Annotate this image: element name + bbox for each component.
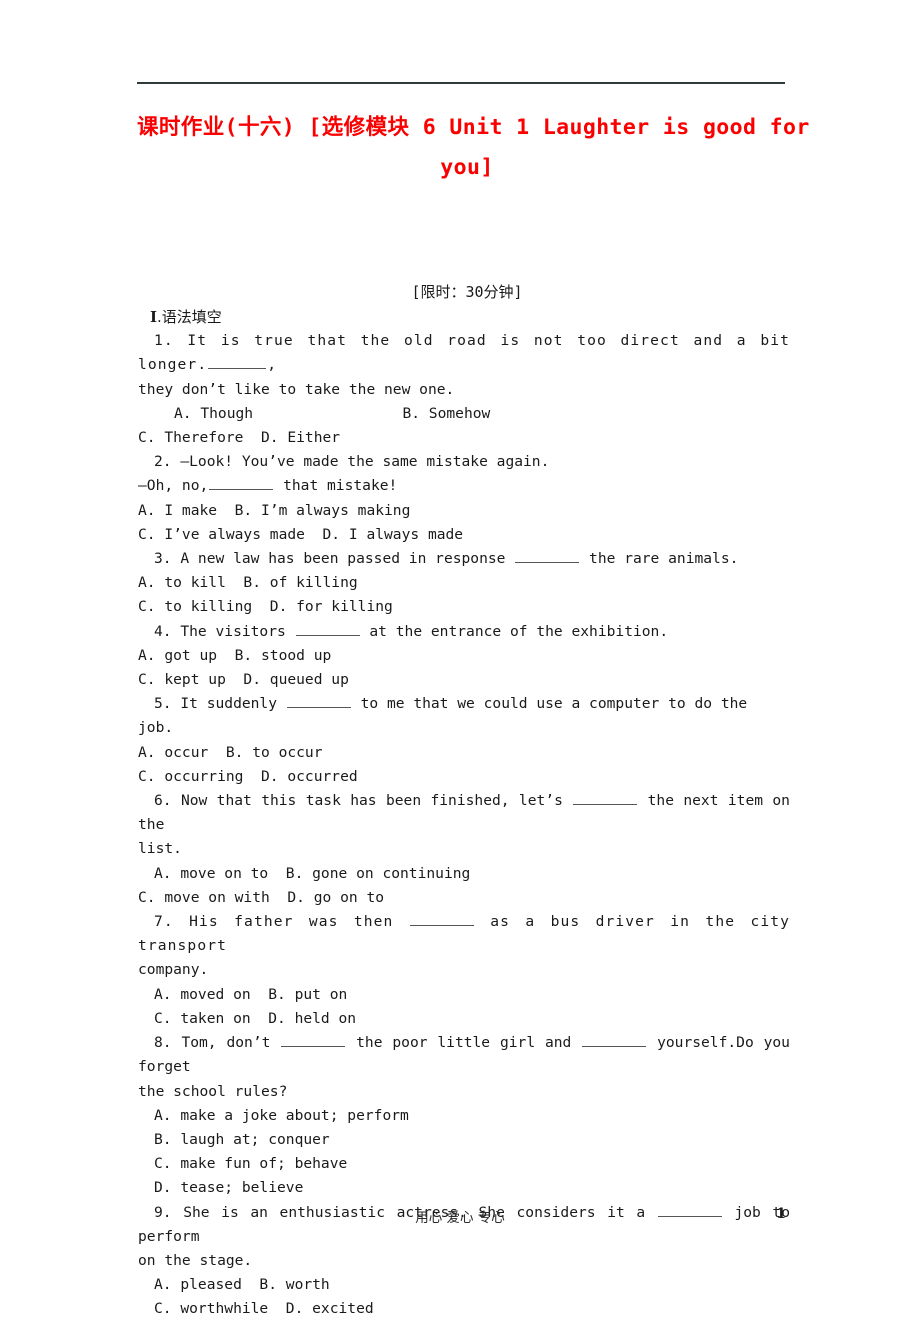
question-2-stem-pre: —Oh, no, <box>138 477 209 495</box>
question-7-stem-pre: 7. His father was then <box>154 913 394 931</box>
question-6-option-row-2[interactable]: C. move on with D. go on to <box>138 886 790 910</box>
section-roman-numeral: Ⅰ <box>150 308 158 326</box>
answer-blank[interactable] <box>281 1033 346 1048</box>
question-8-stem-pre: 8. Tom, don’t <box>154 1034 271 1052</box>
question-4-stem-post: at the entrance of the exhibition. <box>369 622 669 640</box>
question-6-stem-cont: list. <box>138 840 182 858</box>
exercise-body: Ⅰ.语法填空 1. It is true that the old road i… <box>138 305 790 1322</box>
answer-blank[interactable] <box>295 621 360 636</box>
question-stem: 1. It is true that the old road is not t… <box>138 329 790 377</box>
answer-blank[interactable] <box>515 549 580 564</box>
question-5-option-row-1[interactable]: A. occur B. to occur <box>138 741 790 765</box>
answer-blank[interactable] <box>409 912 474 927</box>
question-8-option-row-3[interactable]: C. make fun of; behave <box>138 1152 790 1176</box>
answer-blank[interactable] <box>208 355 267 370</box>
question-8-option-row-2[interactable]: B. laugh at; conquer <box>138 1128 790 1152</box>
question-3-stem-post: the rare animals. <box>589 550 739 568</box>
question-5-stem-pre: 5. It suddenly <box>154 695 278 713</box>
question-9-stem-cont: on the stage. <box>138 1251 253 1269</box>
question-4-stem-pre: 4. The visitors <box>154 622 286 640</box>
question-8-stem-cont: the school rules? <box>138 1082 288 1100</box>
question-3-stem-pre: 3. A new law has been passed in response <box>154 550 506 568</box>
section-heading: Ⅰ.语法填空 <box>150 305 790 329</box>
question-3-option-row-2[interactable]: C. to killing D. for killing <box>138 595 790 619</box>
question-5-stem: 5. It suddenly to me that we could use a… <box>138 692 790 740</box>
question-6-option-row-1[interactable]: A. move on to B. gone on continuing <box>138 862 790 886</box>
header-rule <box>137 82 785 84</box>
question-3-stem: 3. A new law has been passed in response… <box>138 547 790 571</box>
question-7-stem: 7. His father was then as a bus driver i… <box>138 910 790 958</box>
question-2-stem: 2. —Look! You’ve made the same mistake a… <box>154 453 550 471</box>
answer-blank[interactable] <box>286 694 351 709</box>
question-6-stem: 6. Now that this task has been finished,… <box>138 789 790 837</box>
question-9-option-row-1[interactable]: A. pleased B. worth <box>138 1273 790 1297</box>
question-9-option-row-2[interactable]: C. worthwhile D. excited <box>138 1297 790 1321</box>
question-8-stem-mid: the poor little girl and <box>356 1034 572 1052</box>
answer-blank[interactable] <box>209 476 274 491</box>
footer-page-number: 1 <box>776 1206 786 1222</box>
question-stem-cont: they don’t like to take the new one. <box>138 380 455 398</box>
question-1-stem-tail: , <box>267 356 278 374</box>
question-4-stem: 4. The visitors at the entrance of the e… <box>138 620 790 644</box>
question-2-option-row-1[interactable]: A. I make B. I’m always making <box>138 499 790 523</box>
question-6-stem-pre: 6. Now that this task has been finished,… <box>154 792 563 810</box>
question-2-stem-post: that mistake! <box>283 477 398 495</box>
page-title-line-1: 课时作业(十六) [选修模块 6 Unit 1 Laughter is good… <box>137 115 810 140</box>
time-limit-note: [限时：30分钟] <box>411 283 523 301</box>
answer-blank[interactable] <box>582 1033 647 1048</box>
question-2-stem-cont: —Oh, no, that mistake! <box>138 474 790 498</box>
question-7-option-row-2[interactable]: C. taken on D. held on <box>138 1007 790 1031</box>
page-title-line-2: you] <box>440 155 494 180</box>
question-8-option-row-1[interactable]: A. make a joke about; perform <box>138 1104 790 1128</box>
question-8-stem: 8. Tom, don’t the poor little girl and y… <box>138 1031 790 1079</box>
question-1-option-row-1[interactable]: A. Though B. Somehow <box>138 402 790 426</box>
question-7-stem-cont: company. <box>138 961 209 979</box>
section-heading-label: .语法填空 <box>157 308 222 326</box>
question-3-option-row-1[interactable]: A. to kill B. of killing <box>138 571 790 595</box>
question-2-option-row-2[interactable]: C. I’ve always made D. I always made <box>138 523 790 547</box>
document-page: 课时作业(十六) [选修模块 6 Unit 1 Laughter is good… <box>0 0 920 1317</box>
question-8-option-row-4[interactable]: D. tease; believe <box>138 1176 790 1200</box>
question-1-option-row-2[interactable]: C. Therefore D. Either <box>138 426 790 450</box>
question-4-option-row-1[interactable]: A. got up B. stood up <box>138 644 790 668</box>
answer-blank[interactable] <box>573 791 638 806</box>
question-5-option-row-2[interactable]: C. occurring D. occurred <box>138 765 790 789</box>
page-title: 课时作业(十六) [选修模块 6 Unit 1 Laughter is good… <box>137 108 810 188</box>
question-4-option-row-2[interactable]: C. kept up D. queued up <box>138 668 790 692</box>
question-7-option-row-1[interactable]: A. moved on B. put on <box>138 983 790 1007</box>
